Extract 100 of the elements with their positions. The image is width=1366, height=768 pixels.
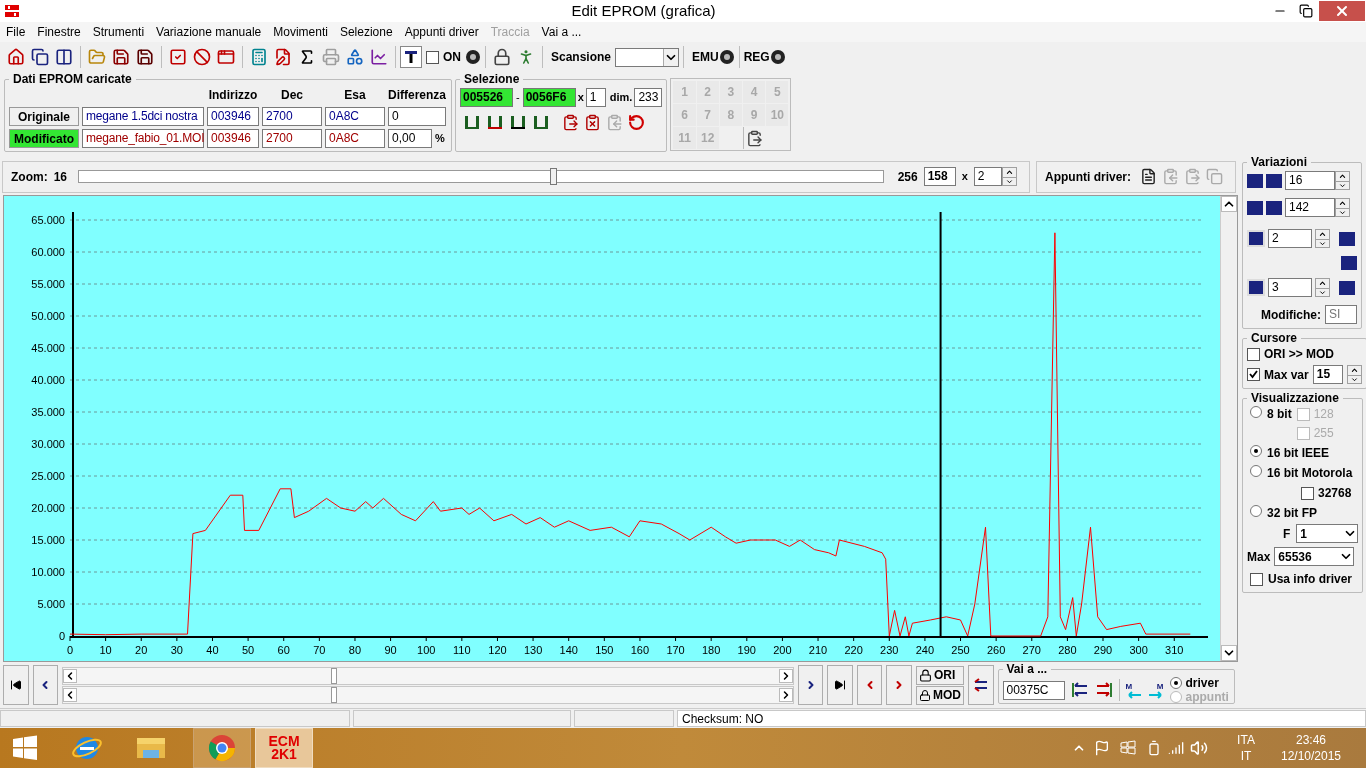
address-field[interactable]: 00375C <box>1002 680 1065 700</box>
range-icon[interactable] <box>486 113 504 131</box>
battery-icon[interactable] <box>1146 740 1162 756</box>
factor-field[interactable]: 2 <box>973 167 1002 186</box>
max-dropdown[interactable]: 65536 <box>1274 547 1355 566</box>
hex-field[interactable]: 0A8C <box>325 107 385 126</box>
checkbox[interactable] <box>1301 486 1314 500</box>
ori-button[interactable]: ORI <box>915 665 964 685</box>
mod-button[interactable]: MOD <box>915 685 964 705</box>
browser-taskbar-button[interactable] <box>193 728 251 768</box>
step-field[interactable]: 142 <box>1285 198 1335 217</box>
caret-icon[interactable] <box>663 48 679 66</box>
calculator-icon[interactable] <box>250 48 268 66</box>
dim-field[interactable]: 233 <box>634 88 663 107</box>
start-icon[interactable] <box>11 734 39 762</box>
save-icon[interactable] <box>136 48 154 66</box>
multiplier-field[interactable]: 1 <box>585 88 606 107</box>
difference-field[interactable]: 0,00 <box>388 129 432 148</box>
radio-button[interactable] <box>1250 445 1262 457</box>
lock-icon[interactable] <box>493 48 511 66</box>
edit-icon[interactable] <box>274 48 292 66</box>
last-button[interactable] <box>827 665 853 705</box>
menu-item[interactable]: Appunti driver <box>398 23 485 41</box>
menu-item[interactable]: Variazione manuale <box>150 23 268 41</box>
step-field[interactable]: 16 <box>1285 171 1335 190</box>
volume-icon[interactable] <box>1190 739 1208 757</box>
p-field[interactable]: 3 <box>1268 278 1312 297</box>
folder-icon[interactable] <box>88 48 106 66</box>
spin-down-icon[interactable] <box>1316 287 1329 296</box>
slider-thumb[interactable] <box>550 168 557 185</box>
paste-icon[interactable] <box>562 113 579 131</box>
clock[interactable]: 23:46 12/10/2015 <box>1276 732 1346 764</box>
check-icon[interactable] <box>169 48 187 66</box>
document-icon[interactable] <box>1140 168 1157 185</box>
f-dropdown[interactable]: 1 <box>1296 524 1359 543</box>
save-icon[interactable] <box>112 48 130 66</box>
menu-item[interactable]: Movimenti <box>267 23 334 41</box>
range-icon[interactable] <box>509 113 527 131</box>
clipboard-icon[interactable] <box>1184 168 1201 185</box>
radio-button[interactable] <box>1250 406 1262 418</box>
clipboard-icon[interactable] <box>606 113 623 131</box>
zoom-slider[interactable] <box>77 170 884 183</box>
first-button[interactable] <box>3 665 29 705</box>
decimal-field[interactable]: 2700 <box>262 107 322 126</box>
scroll-thumb[interactable] <box>331 686 338 703</box>
home-icon[interactable] <box>7 48 25 66</box>
menu-item[interactable]: Vai a ... <box>535 23 588 41</box>
window-icon[interactable] <box>217 48 235 66</box>
scan-dropdown[interactable] <box>615 47 680 67</box>
menu-item[interactable]: File <box>0 23 32 41</box>
checkbox[interactable] <box>1247 368 1260 381</box>
file-field[interactable]: megane 1.5dci nostra <box>82 107 204 126</box>
spin-down-icon[interactable] <box>1336 207 1349 216</box>
reset-icon[interactable] <box>628 113 645 131</box>
decimal-field[interactable]: 2700 <box>262 129 322 148</box>
range-icon[interactable] <box>463 113 481 131</box>
radio-button[interactable] <box>1169 677 1182 689</box>
close-icon[interactable] <box>1334 3 1350 19</box>
file-field[interactable]: megane_fabio_01.MOI <box>82 129 204 148</box>
scrollbar[interactable] <box>1220 196 1237 661</box>
text-tool-icon[interactable] <box>400 46 422 68</box>
zoom-field[interactable]: 158 <box>923 167 956 186</box>
checkbox[interactable] <box>1247 347 1260 361</box>
mark-left-button[interactable]: M <box>1125 681 1142 699</box>
checkbox[interactable] <box>426 50 439 64</box>
max-var-field[interactable]: 15 <box>1312 365 1343 384</box>
flag-icon[interactable] <box>1094 740 1110 756</box>
checkbox[interactable] <box>1250 572 1263 586</box>
address-field[interactable]: 003946 <box>207 107 259 126</box>
address-field[interactable]: 003946 <box>207 129 259 148</box>
windows-icon[interactable] <box>31 48 49 66</box>
scroll-thumb[interactable] <box>331 667 338 684</box>
signal-icon[interactable] <box>1168 740 1184 756</box>
jump-left-icon[interactable] <box>1070 682 1089 698</box>
range-icon[interactable] <box>532 113 550 131</box>
clipboard-icon[interactable] <box>1162 168 1179 185</box>
spin-down-icon[interactable] <box>1347 374 1361 383</box>
menu-item[interactable]: Finestre <box>31 23 87 41</box>
scrollbar[interactable] <box>62 666 794 685</box>
spin-down-icon[interactable] <box>1002 176 1016 185</box>
columns-icon[interactable] <box>55 48 73 66</box>
mark-right-button[interactable]: M <box>1147 681 1164 699</box>
row-button[interactable]: Modificato <box>9 129 79 148</box>
paste-icon[interactable] <box>746 129 764 147</box>
language-indicator[interactable]: ITA IT <box>1226 732 1266 764</box>
no-entry-icon[interactable] <box>193 48 211 66</box>
a-field[interactable]: 2 <box>1268 229 1312 248</box>
shapes-icon[interactable] <box>346 48 364 66</box>
clipboard-icon[interactable] <box>584 113 601 131</box>
scrollbar[interactable] <box>62 685 794 704</box>
hex-field[interactable]: 0A8C <box>325 129 385 148</box>
difference-field[interactable]: 0 <box>388 107 446 126</box>
swap-button[interactable] <box>967 665 994 705</box>
radio-button[interactable] <box>1250 505 1262 517</box>
radio-button[interactable] <box>1250 465 1262 477</box>
menu-item[interactable]: Selezione <box>333 23 399 41</box>
menu-item[interactable]: Strumenti <box>86 23 151 41</box>
changes-field[interactable]: SI <box>1325 305 1357 324</box>
jump-right-icon[interactable] <box>1094 682 1113 698</box>
row-button[interactable]: Originale <box>9 107 79 126</box>
